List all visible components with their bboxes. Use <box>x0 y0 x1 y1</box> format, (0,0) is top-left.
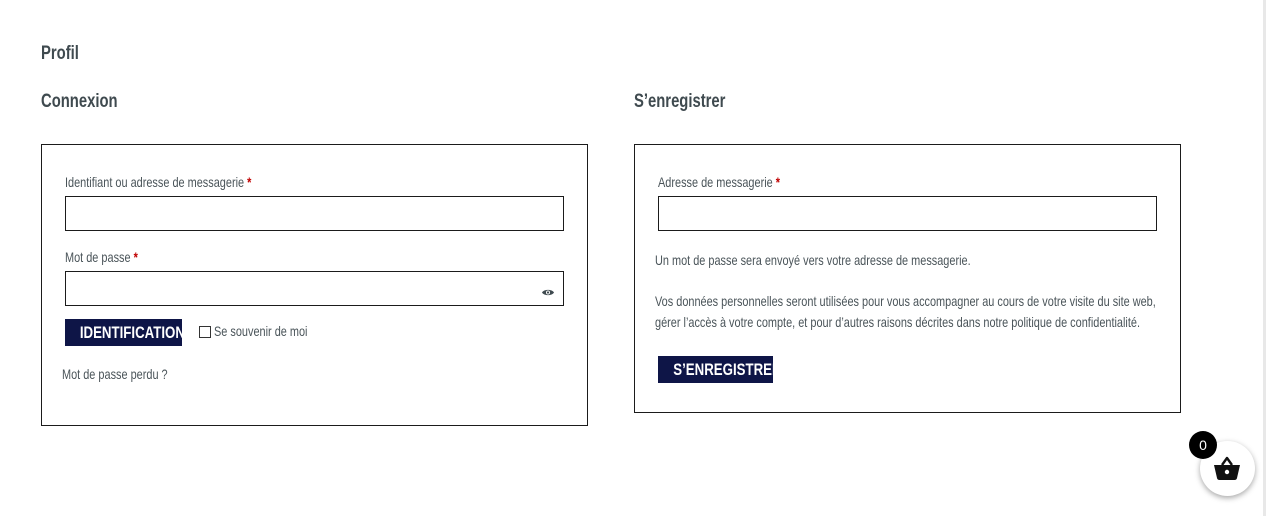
password-label: Mot de passe * <box>65 249 138 265</box>
register-heading: S’enregistrer <box>634 91 726 112</box>
email-input[interactable] <box>658 196 1157 231</box>
username-input[interactable] <box>65 196 564 231</box>
login-button[interactable]: IDENTIFICATION <box>65 319 185 346</box>
cart-count-badge: 0 <box>1189 431 1217 459</box>
lost-password-link[interactable]: Mot de passe perdu ? <box>62 366 168 382</box>
register-form: Adresse de messagerie * Un mot de passe … <box>634 144 1181 413</box>
privacy-text: Vos données personnelles seront utilisée… <box>655 293 1156 330</box>
username-label: Identifiant ou adresse de messagerie * <box>65 174 252 190</box>
eye-icon[interactable] <box>541 284 555 302</box>
page-title: Profil <box>41 43 79 64</box>
basket-icon <box>1214 456 1240 480</box>
password-input[interactable] <box>65 271 564 306</box>
login-form: Identifiant ou adresse de messagerie * M… <box>41 144 588 426</box>
login-heading: Connexion <box>41 91 118 112</box>
remember-checkbox[interactable] <box>199 326 211 338</box>
remember-label[interactable]: Se souvenir de moi <box>214 323 307 339</box>
email-label: Adresse de messagerie * <box>658 174 781 190</box>
password-notice: Un mot de passe sera envoyé vers votre a… <box>655 252 971 268</box>
register-button[interactable]: S’ENREGISTRER <box>658 356 782 383</box>
